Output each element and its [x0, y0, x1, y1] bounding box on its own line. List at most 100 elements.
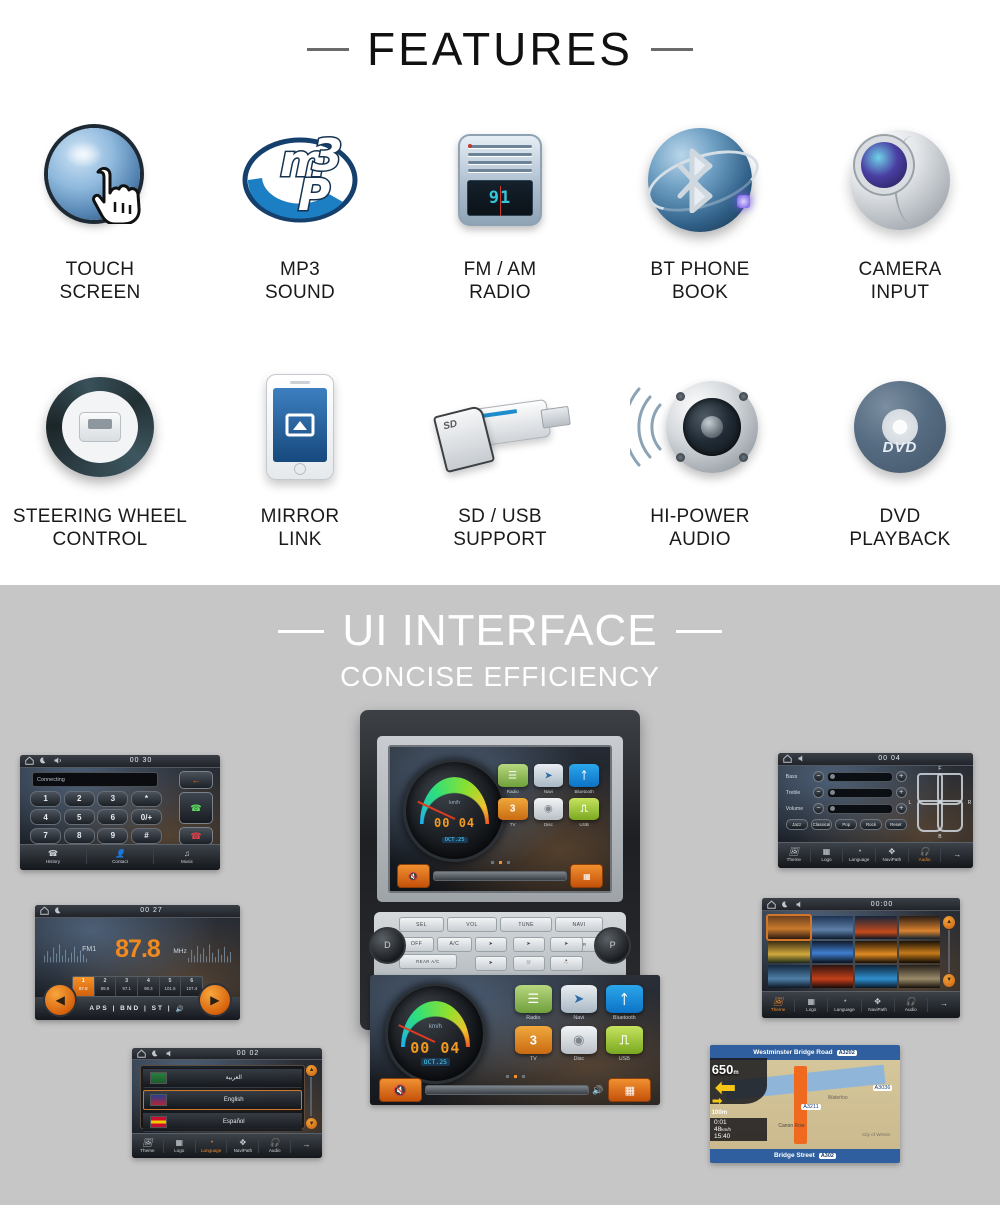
next-arrow-icon[interactable]: →: [928, 1000, 960, 1009]
moon-icon[interactable]: [781, 900, 790, 909]
tab-logo[interactable]: ▦ Logo: [811, 848, 844, 863]
wallpaper-thumbnail[interactable]: [898, 940, 941, 964]
increase-button[interactable]: +: [895, 771, 907, 783]
screenshot-navigation[interactable]: Waterloo A3211 A3036 Canon Row City of W…: [710, 1045, 900, 1163]
list-scrollbar[interactable]: ▲ ▼: [305, 1064, 318, 1130]
fan-direction-icon[interactable]: ➤: [550, 936, 583, 952]
tab-audio[interactable]: 🎧 Audio: [259, 1138, 292, 1153]
app-disc[interactable]: ◉ Disc: [533, 797, 564, 827]
volume-track[interactable]: [432, 871, 568, 881]
home-icon[interactable]: [137, 1049, 146, 1058]
wallpaper-thumbnail[interactable]: [767, 965, 810, 988]
head-unit-display[interactable]: km/h 00 04 OCT.25 ☰ Radio ➤ Navi ᛏ Bluet…: [388, 745, 612, 894]
dial-key[interactable]: 3: [97, 790, 129, 807]
wallpaper-thumbnail[interactable]: [811, 916, 854, 939]
screenshot-audio-settings[interactable]: 00 04 Bass − + Treble − + Volume − + Jaz…: [778, 753, 973, 868]
hangup-icon[interactable]: ☎: [179, 827, 213, 846]
tab-logo[interactable]: ▦ Logo: [164, 1138, 196, 1153]
slider-thumb[interactable]: [829, 805, 835, 811]
dial-key[interactable]: *: [130, 790, 162, 807]
volume-icon[interactable]: [165, 1049, 174, 1058]
back-arrow-icon[interactable]: ←: [179, 771, 213, 790]
volume-track[interactable]: [424, 1085, 590, 1095]
dial-key[interactable]: 1: [30, 790, 62, 807]
tab-audio[interactable]: 🎧 Audio: [895, 997, 928, 1012]
eq-preset-jazz[interactable]: Jazz: [785, 819, 808, 831]
tab-logo[interactable]: ▦ Logo: [795, 997, 829, 1012]
language-option-english[interactable]: English: [142, 1089, 302, 1110]
app-radio[interactable]: ☰ Radio: [515, 985, 552, 1021]
tab-language[interactable]: ﹡ Language: [196, 1138, 228, 1153]
wallpaper-thumbnail[interactable]: [767, 940, 810, 964]
dial-key[interactable]: 4: [30, 809, 62, 826]
radio-preset[interactable]: 1 87.8: [72, 977, 95, 996]
eq-slider[interactable]: [826, 771, 893, 782]
language-option-spanish[interactable]: Español: [142, 1112, 302, 1133]
dial-key[interactable]: 2: [63, 790, 95, 807]
app-radio[interactable]: ☰ Radio: [497, 764, 528, 794]
tab-theme[interactable]: 🖼 Theme: [132, 1138, 164, 1153]
dial-key[interactable]: 6: [97, 809, 129, 826]
scroll-down-icon[interactable]: ▼: [943, 974, 956, 987]
app-tv[interactable]: 3 TV: [497, 797, 528, 827]
tab-navipath[interactable]: ✥ NaviPath: [227, 1138, 260, 1153]
volume-icon[interactable]: [795, 900, 804, 909]
app-bluetooth[interactable]: ᛏ Bluetooth: [606, 985, 643, 1021]
app-tv[interactable]: 3 TV: [515, 1026, 552, 1062]
home-icon[interactable]: [767, 900, 776, 909]
moon-icon[interactable]: [54, 906, 63, 915]
page-dot-active[interactable]: [498, 860, 502, 864]
tab-music[interactable]: ♫ Music: [154, 850, 220, 865]
decrease-button[interactable]: −: [812, 803, 824, 815]
tab-language[interactable]: ﹡ Language: [828, 997, 862, 1012]
slider-thumb[interactable]: [829, 773, 835, 779]
radio-preset[interactable]: 2 89.9: [95, 977, 117, 996]
app-navi[interactable]: ➤ Navi: [533, 764, 564, 794]
button-tune[interactable]: TUNE: [500, 917, 553, 932]
radio-preset[interactable]: 4 98.3: [138, 977, 160, 996]
tab-language[interactable]: ﹡ Language: [843, 848, 877, 863]
dial-key[interactable]: 0/+: [130, 809, 162, 826]
volume-icon[interactable]: 🔊: [592, 1085, 603, 1096]
wallpaper-thumbnail[interactable]: [898, 965, 941, 988]
fan-direction-icon[interactable]: ➤: [474, 936, 508, 952]
dial-key[interactable]: 9: [97, 827, 129, 844]
button-ac[interactable]: A/C: [437, 936, 472, 952]
prev-arrow-icon[interactable]: ◀: [43, 982, 78, 1017]
eq-slider[interactable]: [826, 803, 893, 814]
app-navi[interactable]: ➤ Navi: [560, 985, 598, 1021]
volume-icon[interactable]: 🔊: [176, 1005, 186, 1013]
tab-navipath[interactable]: ✥ NaviPath: [876, 848, 909, 863]
slider-thumb[interactable]: [829, 789, 835, 795]
app-bluetooth[interactable]: ᛏ Bluetooth: [569, 764, 599, 794]
mute-icon[interactable]: 🔇: [378, 1078, 422, 1103]
dial-key[interactable]: #: [130, 827, 162, 844]
decrease-button[interactable]: −: [812, 787, 824, 799]
wallpaper-thumbnail[interactable]: [811, 940, 854, 964]
page-dot[interactable]: [505, 1074, 509, 1078]
app-disc[interactable]: ◉ Disc: [560, 1026, 598, 1062]
call-icon[interactable]: ☎: [179, 792, 213, 825]
button-sel[interactable]: SEL: [399, 917, 445, 932]
eq-preset-rock[interactable]: Rock: [860, 819, 882, 831]
tab-navipath[interactable]: ✥ NaviPath: [862, 997, 895, 1012]
home-icon[interactable]: [783, 754, 792, 764]
eq-slider[interactable]: [826, 787, 893, 798]
scroll-up-icon[interactable]: ▲: [305, 1064, 318, 1077]
button-rear-ac[interactable]: REAR A/C: [399, 953, 457, 970]
wallpaper-thumbnail[interactable]: [855, 916, 897, 939]
home-icon[interactable]: [25, 756, 34, 766]
button-vol[interactable]: VOL: [447, 917, 497, 932]
button-navi[interactable]: NAVI: [555, 917, 603, 932]
menu-grid-icon[interactable]: ▦: [570, 864, 604, 888]
page-dot[interactable]: [521, 1074, 525, 1078]
wallpaper-thumbnail[interactable]: [855, 965, 897, 988]
dial-key[interactable]: 7: [30, 827, 62, 844]
moon-icon[interactable]: [39, 756, 48, 765]
volume-icon[interactable]: [53, 756, 62, 765]
tab-audio[interactable]: 🎧 Audio: [909, 848, 942, 863]
passenger-temp-knob[interactable]: P: [594, 926, 632, 964]
wallpaper-thumbnail[interactable]: [765, 914, 812, 941]
screenshot-theme-gallery[interactable]: 00:00 ▲ ▼ 🖼 Theme ▦ Logo ﹡ Language ✥ Na…: [762, 898, 960, 1018]
wallpaper-thumbnail[interactable]: [811, 965, 854, 988]
